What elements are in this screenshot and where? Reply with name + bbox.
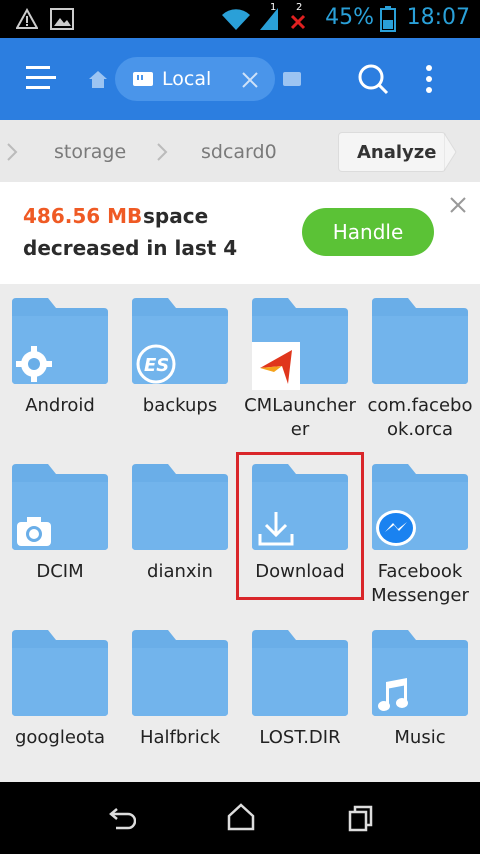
folder-item[interactable]: LOST.DIR	[241, 630, 359, 780]
chevron-right-icon	[157, 143, 168, 161]
sim2-label: 2	[296, 2, 303, 13]
folder-name: Music	[394, 727, 446, 748]
highlight-box	[236, 452, 364, 600]
svg-text:ES: ES	[144, 355, 169, 376]
music-icon	[378, 678, 408, 711]
no-signal-icon	[290, 14, 306, 30]
folder-item[interactable]: DCIM	[1, 464, 119, 614]
folder-name: Halfbrick	[139, 727, 221, 748]
search-icon[interactable]	[356, 62, 390, 96]
banner-text-line2: decreased in last 4	[23, 236, 238, 260]
folder-item[interactable]: dianxin	[121, 464, 239, 614]
folder-icon	[372, 298, 468, 384]
breadcrumb-storage[interactable]: storage	[54, 141, 126, 163]
sdcard-icon	[133, 72, 153, 86]
cm-launcher-icon	[252, 342, 300, 390]
folder-name: dianxin	[147, 561, 213, 582]
messenger-icon	[376, 510, 416, 546]
folder-item[interactable]: Music	[361, 630, 479, 780]
home-icon[interactable]	[88, 70, 108, 90]
analyze-label: Analyze	[357, 142, 437, 163]
image-notification-icon	[50, 8, 74, 30]
folder-icon	[12, 464, 108, 550]
folder-item[interactable]: CMLauncher er	[241, 298, 359, 448]
folder-icon: ES	[132, 298, 228, 384]
camera-icon	[17, 517, 51, 546]
folder-name: Android	[25, 395, 95, 416]
signal-1-icon	[260, 8, 278, 30]
folder-item[interactable]: com.facebo ok.orca	[361, 298, 479, 448]
breadcrumb-sdcard0[interactable]: sdcard0	[201, 141, 277, 163]
es-logo-icon: ES	[136, 344, 176, 384]
folder-item[interactable]: Halfbrick	[121, 630, 239, 780]
screen: 1 2 45% 18:07 Local storage sdcard0 Anal…	[0, 0, 480, 854]
analyze-arrow	[444, 133, 457, 171]
folder-item[interactable]: googleota	[1, 630, 119, 780]
folder-item[interactable]: Android	[1, 298, 119, 448]
folder-icon	[252, 630, 348, 716]
folder-name: googleota	[14, 727, 106, 748]
clock: 18:07	[406, 5, 470, 30]
close-banner-icon[interactable]	[449, 196, 467, 214]
window-tab-icon[interactable]	[282, 70, 304, 90]
recent-apps-icon[interactable]	[346, 804, 376, 834]
sim1-label: 1	[270, 2, 277, 13]
tab-local-label: Local	[162, 68, 212, 90]
status-bar: 1 2 45% 18:07	[0, 0, 480, 38]
folder-name: DCIM	[36, 561, 84, 582]
folder-name: CMLauncher er	[244, 395, 356, 440]
more-options-icon[interactable]	[424, 64, 434, 94]
folder-icon	[252, 298, 348, 390]
folder-name: com.facebo ok.orca	[367, 395, 473, 440]
battery-icon	[380, 6, 396, 32]
chevron-right-icon	[7, 143, 18, 161]
folder-name: backups	[142, 395, 218, 416]
menu-icon[interactable]	[26, 64, 58, 92]
folder-icon	[12, 630, 108, 716]
handle-label: Handle	[332, 220, 404, 244]
banner-text-line1: space	[143, 204, 209, 228]
home-nav-icon[interactable]	[226, 802, 256, 832]
banner-amount: 486.56 MB	[23, 204, 143, 228]
folder-item[interactable]: Facebook Messenger	[361, 464, 479, 614]
close-tab-icon[interactable]	[240, 70, 260, 90]
folder-name: Facebook Messenger	[371, 561, 469, 606]
folder-icon	[132, 630, 228, 716]
folder-icon	[372, 630, 468, 716]
folder-icon	[372, 464, 468, 550]
gear-icon	[16, 346, 52, 382]
battery-percent: 45%	[325, 5, 374, 30]
folder-icon	[132, 464, 228, 550]
wifi-icon	[222, 9, 250, 31]
folder-item[interactable]: ES backups	[121, 298, 239, 448]
warning-icon	[16, 8, 38, 29]
back-icon[interactable]	[106, 804, 136, 834]
folder-icon	[12, 298, 108, 384]
folder-name: LOST.DIR	[259, 727, 341, 748]
